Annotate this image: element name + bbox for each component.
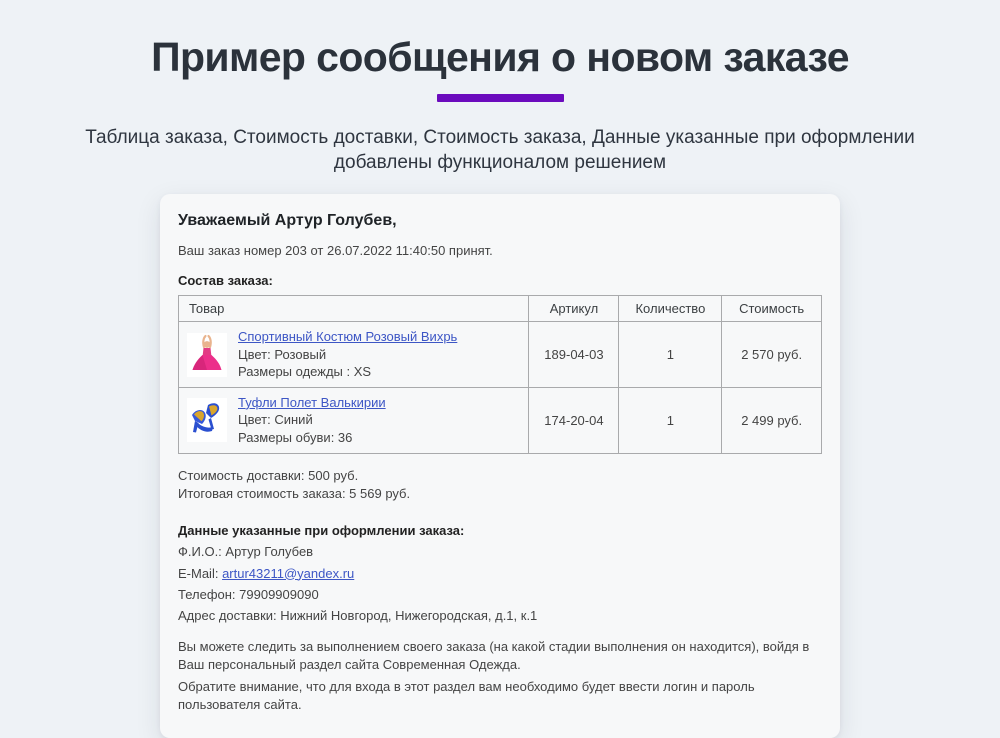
- price-cell: 2 499 руб.: [722, 387, 822, 453]
- email-card: Уважаемый Артур Голубев, Ваш заказ номер…: [160, 194, 840, 737]
- product-link[interactable]: Туфли Полет Валькирии: [238, 395, 386, 410]
- customer-phone: Телефон: 79909909090: [178, 586, 822, 603]
- total-cost: Итоговая стоимость заказа: 5 569 руб.: [178, 485, 822, 503]
- table-header-row: Товар Артикул Количество Стоимость: [179, 296, 822, 322]
- product-link[interactable]: Спортивный Костюм Розовый Вихрь: [238, 329, 457, 344]
- delivery-cost: Стоимость доставки: 500 руб.: [178, 467, 822, 485]
- product-color: Цвет: Розовый: [238, 347, 326, 362]
- table-header-product: Товар: [179, 296, 529, 322]
- tracking-note: Вы можете следить за выполнением своего …: [178, 638, 822, 673]
- accent-divider: [437, 94, 564, 102]
- product-image-blue-heels: [187, 398, 227, 442]
- tracking-note-clipped: Обратите внимание, что для входа в этот …: [178, 678, 822, 713]
- order-table: Товар Артикул Количество Стоимость: [178, 295, 822, 453]
- sku-cell: 174-20-04: [529, 387, 619, 453]
- email-link[interactable]: artur43211@yandex.ru: [222, 566, 354, 581]
- product-color: Цвет: Синий: [238, 412, 313, 427]
- product-size: Размеры одежды : XS: [238, 364, 371, 379]
- quantity-cell: 1: [619, 322, 722, 388]
- hero-section: Пример сообщения о новом заказе Таблица …: [0, 0, 1000, 175]
- quantity-cell: 1: [619, 387, 722, 453]
- customer-email-row: E-Mail: artur43211@yandex.ru: [178, 565, 822, 582]
- order-contents-label: Состав заказа:: [178, 273, 822, 288]
- checkout-data-label: Данные указанные при оформлении заказа:: [178, 522, 822, 539]
- greeting: Уважаемый Артур Голубев,: [178, 212, 822, 230]
- order-info: Ваш заказ номер 203 от 26.07.2022 11:40:…: [178, 243, 822, 258]
- product-size: Размеры обуви: 36: [238, 430, 352, 445]
- table-row: Спортивный Костюм Розовый Вихрь Цвет: Ро…: [179, 322, 822, 388]
- table-header-quantity: Количество: [619, 296, 722, 322]
- product-image-pink-sport-suit: [187, 333, 227, 377]
- price-cell: 2 570 руб.: [722, 322, 822, 388]
- customer-fullname: Ф.И.О.: Артур Голубев: [178, 543, 822, 560]
- page-title: Пример сообщения о новом заказе: [0, 34, 1000, 81]
- table-row: Туфли Полет Валькирии Цвет: Синий Размер…: [179, 387, 822, 453]
- sku-cell: 189-04-03: [529, 322, 619, 388]
- page-subtitle: Таблица заказа, Стоимость доставки, Стои…: [40, 125, 960, 175]
- delivery-address: Адрес доставки: Нижний Новгород, Нижегор…: [178, 607, 822, 624]
- table-header-sku: Артикул: [529, 296, 619, 322]
- table-header-price: Стоимость: [722, 296, 822, 322]
- email-label: E-Mail:: [178, 566, 222, 581]
